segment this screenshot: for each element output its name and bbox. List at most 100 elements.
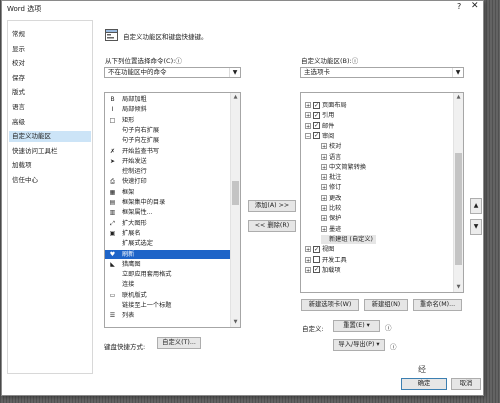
expand-icon[interactable]: + xyxy=(321,143,327,150)
ribbon-tree-item[interactable]: + 批注 xyxy=(321,173,341,182)
move-down-button[interactable]: ▼ xyxy=(470,219,482,235)
remove-button[interactable]: << 删除(R) xyxy=(248,220,296,232)
command-item[interactable]: □ 矩形 xyxy=(105,116,231,125)
expand-icon[interactable]: + xyxy=(321,163,327,171)
command-item[interactable]: 链接至上一个标题 xyxy=(105,301,231,310)
new-tab-button[interactable]: 新建选项卡(W) xyxy=(301,299,359,311)
commands-list-scrollbar[interactable]: ▲ ▼ xyxy=(230,93,240,327)
command-item[interactable]: ☰ 列表 xyxy=(105,311,231,320)
nav-item[interactable]: 保存 xyxy=(12,73,25,84)
word-options-dialog: Word 选项 ? ✕ 常规 显示 校对 保存 版式 语言 高级 自定义功能区 快速访问工具栏加… xyxy=(1,0,484,396)
command-item[interactable]: B 局部加粗 xyxy=(105,95,231,104)
command-item[interactable]: ➤ 开始发送 xyxy=(105,157,231,166)
checkbox[interactable] xyxy=(313,256,320,263)
expand-icon[interactable]: + xyxy=(305,112,311,119)
expand-icon[interactable]: + xyxy=(321,153,327,161)
customize-keyboard-button[interactable]: 自定义(T)... xyxy=(157,337,201,349)
move-up-button[interactable]: ▲ xyxy=(470,198,482,214)
collapse-icon[interactable]: − xyxy=(305,132,311,140)
nav-item[interactable]: 显示 xyxy=(12,44,25,55)
ribbon-tree-item[interactable]: + ✓ 视图 xyxy=(305,245,334,254)
expand-icon[interactable]: + xyxy=(321,215,327,222)
ribbon-tree-item[interactable]: + 中文简繁转换 xyxy=(321,163,366,172)
checkbox[interactable]: ✓ xyxy=(313,111,320,119)
nav-item[interactable]: 信任中心 xyxy=(12,175,38,186)
checkbox[interactable]: ✓ xyxy=(313,132,320,140)
nav-item[interactable]: 高级 xyxy=(12,117,25,128)
command-item[interactable]: ♥ 刷新 xyxy=(105,249,231,259)
add-button[interactable]: 添加(A) >> xyxy=(248,200,296,212)
command-item[interactable]: ◣ 猎鹰图 xyxy=(105,260,231,269)
help-button[interactable]: ? xyxy=(457,2,461,11)
ribbon-tree-item[interactable]: + 更改 xyxy=(321,194,341,203)
command-item[interactable]: ▤ 框架集中的目录 xyxy=(105,198,231,207)
command-item[interactable]: 立即应用套用格式 xyxy=(105,270,231,279)
rename-button[interactable]: 重命名(M)... xyxy=(413,299,462,311)
close-button[interactable]: ✕ xyxy=(471,1,479,11)
checkbox[interactable]: ✓ xyxy=(313,122,320,130)
ribbon-tree-item[interactable]: + 语言 xyxy=(321,153,341,162)
command-item[interactable]: ✗ 开始监查书写 xyxy=(105,147,231,156)
nav-item[interactable]: 校对 xyxy=(12,58,25,69)
scroll-up-icon[interactable]: ▲ xyxy=(231,93,240,102)
checkbox[interactable]: ✓ xyxy=(313,266,320,274)
command-item[interactable]: 扩展式选定 xyxy=(105,239,231,248)
ribbon-tree-item[interactable]: + ✓ 邮件 xyxy=(305,122,334,131)
command-item[interactable]: ⎙ 快速打印 xyxy=(105,177,231,186)
command-item[interactable]: I 局部倾斜 xyxy=(105,105,231,114)
scroll-down-icon[interactable]: ▼ xyxy=(231,318,240,327)
nav-item[interactable]: 版式 xyxy=(12,87,25,98)
nav-item[interactable]: 常规 xyxy=(12,29,25,40)
ribbon-tree-item[interactable]: + 开发工具 xyxy=(305,256,347,265)
command-item[interactable]: ▦ 框架 xyxy=(105,188,231,197)
command-item[interactable]: ▭ 联机版式 xyxy=(105,291,231,300)
ribbon-tree-item[interactable]: + 比较 xyxy=(321,204,341,213)
ok-button[interactable]: 确定 xyxy=(401,378,447,390)
cancel-button[interactable]: 取消 xyxy=(451,378,481,390)
scroll-thumb[interactable] xyxy=(232,181,239,205)
ribbon-tree-item[interactable]: + ✓ 页面布局 xyxy=(305,101,347,110)
command-item[interactable]: 连接 xyxy=(105,280,231,289)
ribbon-tree-item[interactable]: − ✓ 审阅 xyxy=(305,132,334,141)
expand-icon[interactable]: + xyxy=(321,174,327,181)
ribbon-tree-item[interactable]: + 校对 xyxy=(321,142,341,151)
expand-icon[interactable]: + xyxy=(305,122,311,130)
commands-list[interactable]: ☰ 列表 链接至上一个标题 ▭ 联机版式 连接 立即应用套用格式 ◣ 猎鹰图 ♥ 刷新 扩展式选定 ▣ 扩… xyxy=(104,92,241,328)
nav-item[interactable]: 自定义功能区 xyxy=(9,131,91,143)
command-item[interactable]: 句子向左扩展 xyxy=(105,136,231,145)
nav-item[interactable]: 加载项 xyxy=(12,160,32,171)
scroll-thumb[interactable] xyxy=(455,153,462,265)
expand-icon[interactable]: + xyxy=(321,184,327,191)
import-export-button[interactable]: 导入/导出(P) ▾ xyxy=(333,339,385,351)
nav-item[interactable]: 语言 xyxy=(12,102,25,113)
scroll-down-icon[interactable]: ▼ xyxy=(454,283,463,292)
scroll-up-icon[interactable]: ▲ xyxy=(454,93,463,102)
expand-icon[interactable]: + xyxy=(305,102,311,109)
command-item[interactable]: 控制运行 xyxy=(105,167,231,176)
ribbon-tree-item[interactable]: 新建组 (自定义) xyxy=(321,234,376,244)
ribbon-tree-item[interactable]: + ✓ 引用 xyxy=(305,111,334,120)
command-item[interactable]: ▥ 框架属性... xyxy=(105,208,231,217)
ribbon-tree-item[interactable]: + ✓ 加载项 xyxy=(305,266,341,275)
ribbon-tree-scrollbar[interactable]: ▲ ▼ xyxy=(453,93,463,292)
checkbox[interactable]: ✓ xyxy=(313,245,320,253)
expand-icon[interactable]: + xyxy=(321,225,327,233)
ribbon-tree-item[interactable]: + 修订 xyxy=(321,183,341,192)
reset-button[interactable]: 重置(E) ▾ xyxy=(333,320,380,332)
expand-icon[interactable]: + xyxy=(321,194,327,202)
command-item[interactable]: ▣ 扩展名 xyxy=(105,229,231,238)
ribbon-tabs-select[interactable]: 主选项卡 ▼ xyxy=(300,67,464,78)
command-item[interactable]: ⤢ 扩大图形 xyxy=(105,219,231,228)
expand-icon[interactable]: + xyxy=(305,256,311,264)
ribbon-tree-item[interactable]: + 墨迹 xyxy=(321,225,341,234)
ribbon-tree-item[interactable]: + 保护 xyxy=(321,214,341,223)
checkbox[interactable]: ✓ xyxy=(313,101,320,109)
command-item[interactable]: 句子向右扩展 xyxy=(105,126,231,135)
nav-item[interactable]: 快速访问工具栏 xyxy=(12,146,58,157)
expand-icon[interactable]: + xyxy=(321,205,327,212)
new-group-button[interactable]: 新建组(N) xyxy=(364,299,408,311)
expand-icon[interactable]: + xyxy=(305,246,311,253)
ribbon-tree[interactable]: + ✓ 加载项 + 开发工具 + ✓ 视图 新建组 (自定义) + 墨迹 + 保护 + 比较 + 更改 + 修订 + 批… xyxy=(300,92,464,293)
commands-from-select[interactable]: 不在功能区中的命令 ▼ xyxy=(104,67,241,78)
expand-icon[interactable]: + xyxy=(305,266,311,274)
